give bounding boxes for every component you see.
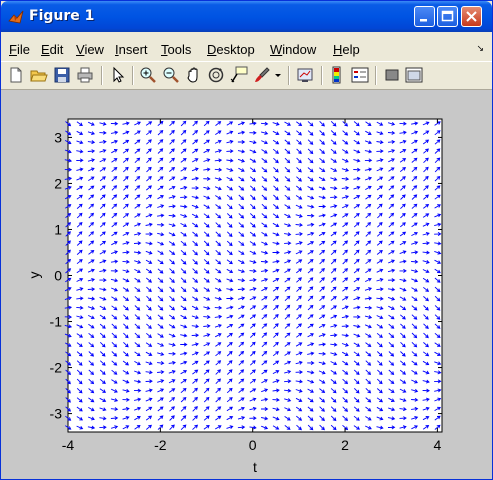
menu-bar: File Edit View Insert Tools Desktop Wind…	[1, 39, 492, 59]
pan-icon[interactable]	[185, 66, 203, 84]
figure-canvas: -4 -2 0 2 4 -3 -2 -1 0 1 2 3 t y	[1, 90, 492, 479]
figure-toolbar	[1, 61, 492, 90]
menu-edit[interactable]: Edit	[41, 42, 63, 57]
matlab-icon	[8, 10, 24, 24]
toolbar-separator	[288, 66, 290, 85]
axes-box	[67, 118, 443, 433]
toolbar-separator	[321, 66, 323, 85]
maximize-icon	[441, 10, 454, 22]
hide-plot-tools-icon[interactable]	[383, 66, 401, 84]
toolbar-separator	[375, 66, 377, 85]
zoom-in-icon[interactable]	[139, 66, 157, 84]
maximize-button[interactable]	[437, 6, 458, 27]
title-bar[interactable]: Figure 1	[1, 1, 492, 32]
x-axis-label: t	[253, 459, 257, 475]
toolbar-separator	[132, 66, 134, 85]
save-icon[interactable]	[53, 66, 71, 84]
y-tick-label: 1	[54, 221, 62, 237]
close-icon	[466, 11, 477, 22]
x-tick-label: 4	[433, 437, 441, 453]
menu-help[interactable]: Help	[333, 42, 360, 57]
menu-tools[interactable]: Tools	[161, 42, 191, 57]
brush-dropdown-icon[interactable]	[273, 66, 283, 84]
colorbar-icon[interactable]	[328, 66, 346, 84]
legend-icon[interactable]	[351, 66, 369, 84]
y-axis-label: y	[26, 272, 42, 279]
show-plot-tools-icon[interactable]	[405, 66, 423, 84]
window-title: Figure 1	[29, 8, 95, 24]
zoom-out-icon[interactable]	[162, 66, 180, 84]
x-tick-label: -4	[62, 437, 75, 453]
minimize-button[interactable]	[414, 6, 435, 27]
data-cursor-icon[interactable]	[230, 66, 248, 84]
x-tick-label: 2	[341, 437, 349, 453]
y-tick-label: -3	[50, 406, 63, 422]
rotate-3d-icon[interactable]	[207, 66, 225, 84]
print-icon[interactable]	[76, 66, 94, 84]
menu-view[interactable]: View	[76, 42, 104, 57]
x-tick-label: -2	[154, 437, 167, 453]
menu-chevron-icon[interactable]: ↘	[476, 43, 484, 54]
y-tick-label: -2	[50, 360, 63, 376]
menu-window[interactable]: Window	[270, 42, 316, 57]
brush-icon[interactable]	[253, 66, 271, 84]
open-file-icon[interactable]	[30, 66, 48, 84]
y-tick-label: 3	[54, 129, 62, 145]
minimize-icon	[420, 19, 427, 22]
menu-desktop[interactable]: Desktop	[207, 42, 255, 57]
menu-insert[interactable]: Insert	[115, 42, 148, 57]
quiver-plot[interactable]: -4 -2 0 2 4 -3 -2 -1 0 1 2 3 t y	[1, 90, 492, 479]
new-file-icon[interactable]	[7, 66, 25, 84]
figure-window: Figure 1 File Edit View Insert Tools Des…	[0, 0, 493, 480]
pointer-icon[interactable]	[109, 66, 127, 84]
x-tick-label: 0	[249, 437, 257, 453]
y-tick-label: 0	[54, 268, 62, 284]
y-tick-label: -1	[50, 314, 63, 330]
toolbar-separator	[101, 66, 103, 85]
menu-file[interactable]: File	[9, 42, 30, 57]
link-plot-icon[interactable]	[296, 66, 314, 84]
close-button[interactable]	[461, 6, 482, 27]
y-tick-label: 2	[54, 175, 62, 191]
